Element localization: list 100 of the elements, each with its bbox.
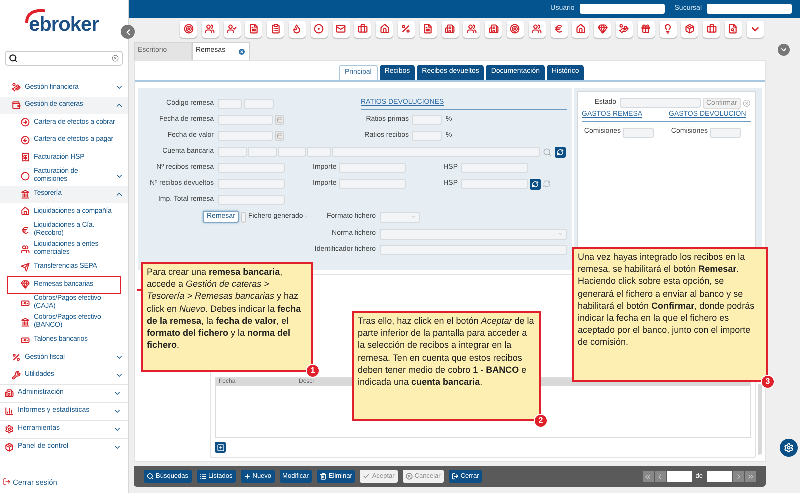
clear-icon[interactable] [743, 98, 751, 108]
toolbar-button[interactable] [376, 20, 394, 38]
briefcase-icon [358, 24, 368, 34]
toolbar-button[interactable] [245, 20, 262, 38]
refresh-icon[interactable] [543, 180, 551, 188]
toolbar-button[interactable] [572, 20, 590, 38]
toolbar-button[interactable] [180, 20, 197, 38]
input-field[interactable] [278, 147, 306, 157]
lookup-button[interactable] [530, 178, 541, 190]
input-field[interactable] [461, 163, 528, 173]
receipt-icon [21, 153, 30, 162]
toolbar-button[interactable] [660, 20, 677, 38]
step-number-badge: 3 [761, 375, 775, 389]
toolbar-button[interactable] [485, 20, 502, 38]
calendar-button[interactable] [275, 115, 284, 125]
toolbar-button[interactable] [288, 20, 306, 38]
banknote-icon [21, 336, 30, 345]
coins-icon [12, 83, 21, 92]
branch-field[interactable] [707, 4, 792, 14]
user-check-icon [227, 24, 238, 34]
first-page-button[interactable] [642, 471, 654, 482]
banknote-icon [21, 298, 30, 308]
toolbar-button[interactable] [224, 20, 241, 38]
calendar-button[interactable] [275, 131, 284, 141]
checkbox[interactable] [241, 212, 246, 222]
chevron-down-icon [780, 46, 788, 54]
search-icon[interactable] [543, 148, 552, 156]
toolbar-button[interactable] [528, 20, 546, 38]
user-field[interactable] [580, 4, 665, 14]
previous-page-button[interactable] [654, 471, 666, 482]
toolbar-button[interactable] [506, 20, 524, 38]
percent-icon [12, 353, 21, 362]
input-field[interactable] [218, 163, 285, 173]
toolbar-button[interactable] [202, 20, 219, 38]
input-field[interactable] [248, 147, 277, 157]
input-field[interactable] [218, 179, 285, 189]
norm-dropdown[interactable] [380, 228, 567, 240]
toolbar-button[interactable] [724, 20, 742, 38]
gem-icon [598, 24, 608, 34]
toolbar-button[interactable] [638, 20, 655, 38]
input-field[interactable] [412, 131, 442, 141]
toolbar-button[interactable] [746, 20, 764, 38]
last-page-button[interactable] [745, 471, 756, 482]
input-field[interactable] [710, 128, 741, 138]
toolbar-button[interactable] [310, 20, 328, 38]
building-icon [5, 389, 14, 398]
calendar-icon [276, 133, 282, 139]
plus-icon [216, 444, 224, 452]
input-field[interactable] [307, 147, 331, 157]
bar-chart-icon [5, 407, 14, 416]
input-field[interactable] [218, 115, 273, 125]
input-field[interactable] [339, 163, 406, 173]
house-icon [380, 24, 390, 34]
toolbar-button[interactable] [681, 20, 698, 38]
gem-icon [21, 280, 30, 290]
input-field[interactable] [412, 115, 442, 125]
toolbar-button[interactable] [550, 20, 568, 38]
search-field[interactable] [5, 51, 123, 66]
page-count-field[interactable] [707, 471, 732, 482]
users-icon [21, 244, 30, 254]
toolbar-button[interactable] [332, 20, 350, 38]
toolbar-button[interactable] [398, 20, 415, 38]
trash-icon [320, 473, 327, 480]
input-field[interactable] [218, 131, 273, 141]
users-icon [205, 24, 216, 34]
toolbar-button[interactable] [463, 20, 480, 38]
collapse-sidebar-button[interactable] [121, 25, 135, 39]
package-icon [684, 24, 695, 34]
toolbar-button[interactable] [442, 20, 459, 38]
input-field[interactable] [332, 147, 540, 157]
format-dropdown[interactable] [380, 212, 420, 222]
input-field[interactable] [218, 99, 242, 109]
lookup-button[interactable] [555, 146, 566, 158]
search-icon [147, 473, 154, 480]
toolbar-button[interactable] [420, 20, 437, 38]
input-field[interactable] [461, 179, 528, 189]
input-field[interactable] [623, 128, 654, 138]
cancel-icon [406, 473, 413, 480]
close-icon[interactable] [238, 48, 246, 56]
chevron-down-icon [558, 231, 564, 237]
toolbar-button[interactable] [354, 20, 372, 38]
input-field[interactable] [620, 98, 700, 108]
logo: ebroker [29, 15, 99, 35]
input-field[interactable] [218, 147, 247, 157]
next-page-button[interactable] [733, 471, 744, 482]
toolbar-button[interactable] [616, 20, 633, 38]
expand-button[interactable] [778, 44, 790, 56]
add-row-button[interactable] [215, 442, 226, 453]
input-field[interactable] [244, 99, 274, 109]
double-chevron-left-icon [644, 472, 652, 480]
toolbar-button[interactable] [267, 20, 284, 38]
page-field[interactable] [666, 471, 692, 482]
input-field[interactable] [339, 179, 406, 189]
plus-icon [244, 473, 251, 480]
input-field[interactable] [218, 195, 285, 205]
bank-icon [21, 318, 30, 326]
toolbar-button[interactable] [703, 20, 720, 38]
settings-button[interactable] [780, 439, 798, 457]
toolbar-button[interactable] [594, 20, 612, 38]
input-field[interactable] [380, 245, 567, 255]
